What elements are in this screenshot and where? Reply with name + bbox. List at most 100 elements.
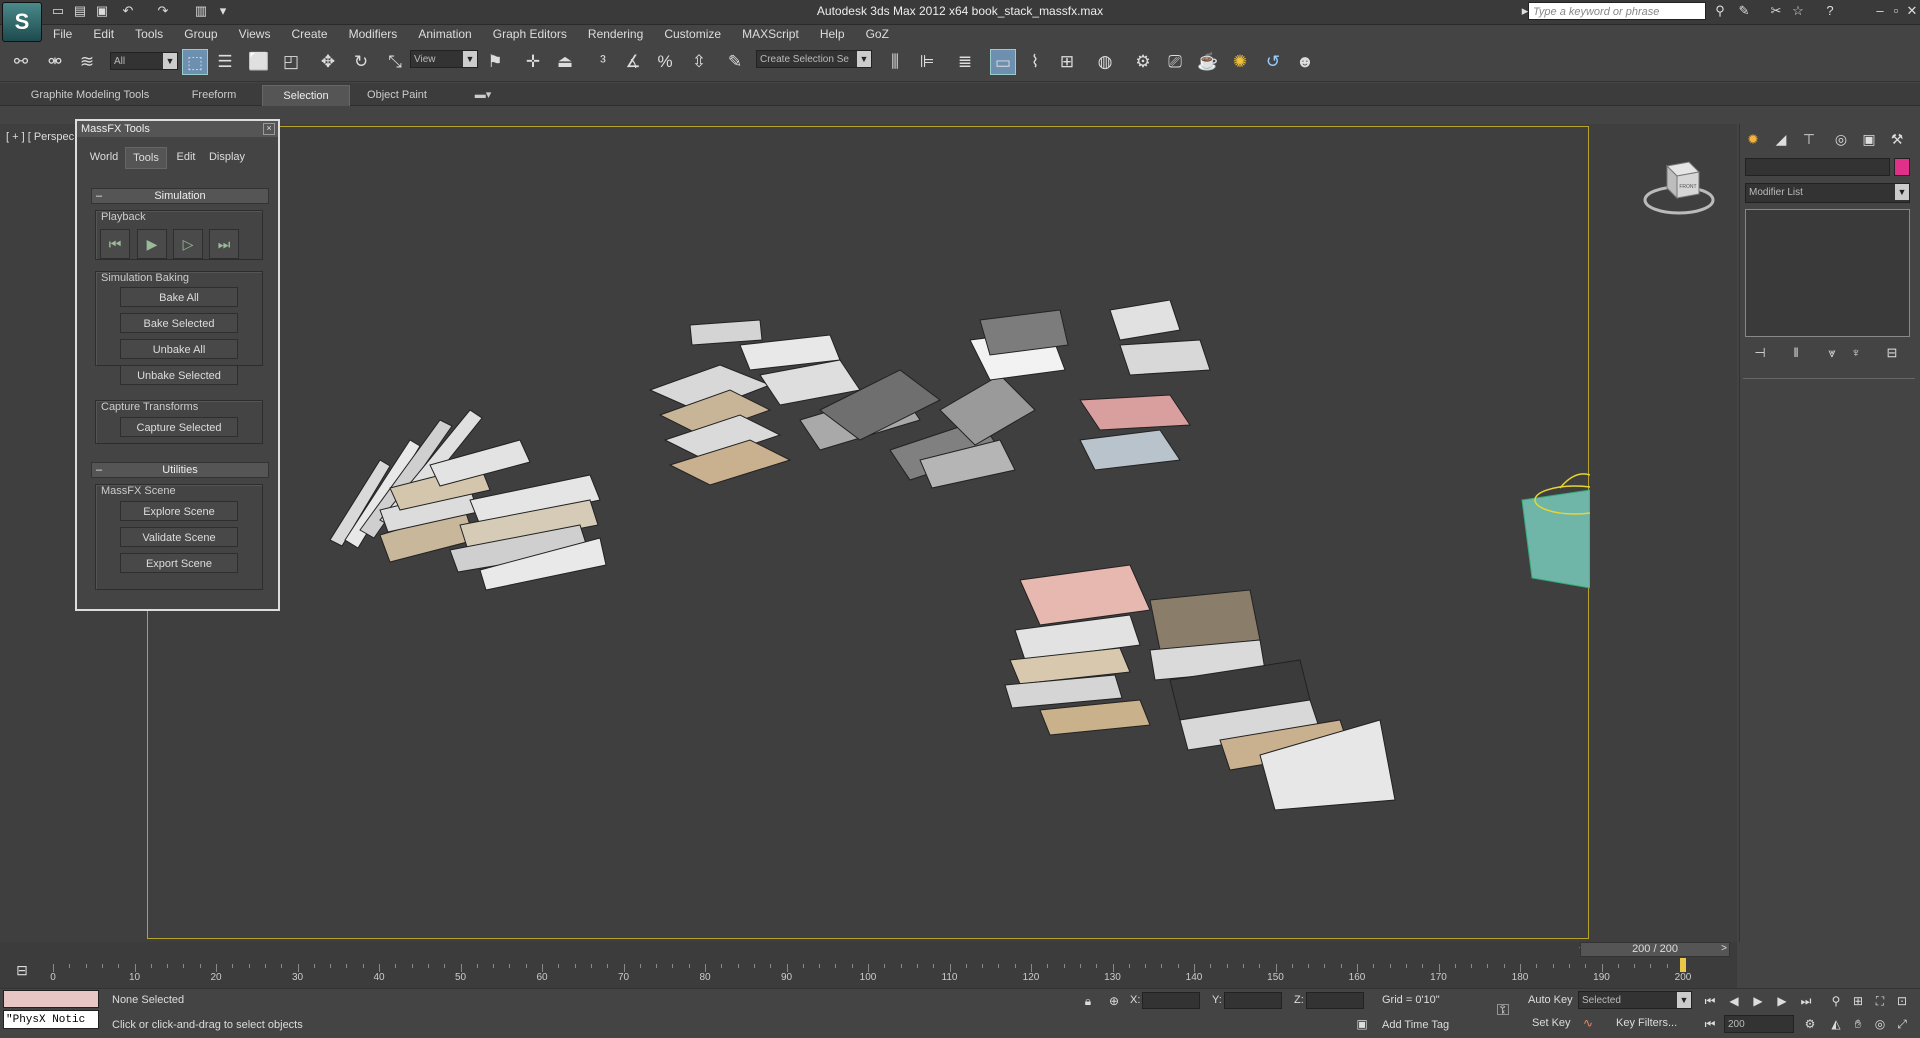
hierarchy-tab-icon[interactable]: ⊤ [1799,129,1819,149]
unbake-all-button[interactable]: Unbake All [120,339,238,359]
lock-selection-icon[interactable]: 🔒︎ [1078,992,1098,1010]
app-logo-icon[interactable]: S [2,2,42,42]
menu-views[interactable]: Views [230,24,280,44]
show-end-result-icon[interactable]: ‖ [1786,344,1806,362]
y-coordinate-field[interactable] [1224,992,1282,1009]
maximize-viewport-icon[interactable]: ⤢ [1892,1015,1912,1033]
modifier-list-dropdown[interactable]: Modifier List ▼ [1745,183,1910,203]
export-scene-button[interactable]: Export Scene [120,553,238,573]
communication-icon[interactable]: ✂ [1768,3,1784,19]
zoom-extents-icon[interactable]: ⛶ [1870,992,1890,1010]
validate-scene-button[interactable]: Validate Scene [120,527,238,547]
play-icon[interactable]: ▶︎ [1748,992,1768,1010]
close-icon[interactable]: × [263,123,275,135]
search-input[interactable]: Type a keyword or phrase [1528,2,1706,20]
close-icon[interactable]: ✕ [1904,3,1920,19]
open-file-icon[interactable]: ▤ [72,3,88,19]
auto-key-button[interactable]: Auto Key [1528,994,1573,1006]
minimize-icon[interactable]: – [1872,3,1888,19]
display-tab-icon[interactable]: ▣ [1859,129,1879,149]
set-key-key-icon[interactable]: ⚿ [1488,1002,1518,1022]
snaps-toggle-icon[interactable]: ³ [590,49,616,75]
zoom-icon[interactable]: ⚲ [1826,992,1846,1010]
configure-modifier-sets-icon[interactable]: ⊟ [1882,344,1902,362]
mirror-icon[interactable]: ⫼ [882,49,908,75]
tab-display[interactable]: Display [205,147,249,167]
pan-view-icon[interactable]: ✋︎ [1848,1015,1868,1033]
menu-rendering[interactable]: Rendering [579,24,652,44]
bind-to-space-warp-icon[interactable]: ≋ [74,49,100,75]
unlink-selection-icon[interactable]: ⚮ [42,49,68,75]
key-mode-dropdown[interactable]: Selected ▼ [1578,991,1692,1009]
field-of-view-icon[interactable]: ◭ [1826,1015,1846,1033]
undo-icon[interactable]: ↶ [120,3,136,19]
utilities-rollout-header[interactable]: – Utilities [91,462,269,478]
object-color-swatch[interactable] [1894,158,1910,176]
remove-modifier-icon[interactable]: ♆ [1846,344,1866,362]
quick-access-dropdown-icon[interactable]: ▾ [215,3,231,19]
menu-group[interactable]: Group [175,24,226,44]
select-and-scale-icon[interactable]: ⤡ [382,49,408,75]
rectangular-selection-icon[interactable]: ⬜ [246,49,272,75]
pivot-center-icon[interactable]: ⚑ [482,49,508,75]
massfx-sun-icon[interactable]: ✺ [1227,49,1253,75]
select-object-icon[interactable]: ⬚ [182,49,208,75]
subscription-icon[interactable]: ✎ [1736,3,1752,19]
simulation-rollout-header[interactable]: – Simulation [91,188,269,204]
key-filters-button[interactable]: Key Filters... [1616,1017,1677,1029]
maximize-icon[interactable]: ▫ [1888,3,1904,19]
tab-object-paint[interactable]: Object Paint [356,85,438,105]
select-and-link-icon[interactable]: ⚯ [8,49,34,75]
unbake-selected-button[interactable]: Unbake Selected [120,365,238,385]
tab-edit[interactable]: Edit [169,147,203,167]
help-icon[interactable]: ? [1822,3,1838,19]
menu-tools[interactable]: Tools [126,24,172,44]
render-setup-icon[interactable]: ⚙ [1130,49,1156,75]
reset-simulation-icon[interactable]: ⏮ [100,229,130,259]
massfx-title[interactable]: MassFX Tools [77,121,278,137]
named-selection-sets-dropdown[interactable]: Create Selection Se ▼ [756,50,872,68]
select-and-move-icon[interactable]: ✥ [315,49,341,75]
orbit-icon[interactable]: ◎ [1870,1015,1890,1033]
select-and-rotate-icon[interactable]: ↻ [348,49,374,75]
menu-maxscript[interactable]: MAXScript [733,24,808,44]
tab-world[interactable]: World [85,147,123,167]
modifier-stack[interactable] [1745,209,1910,337]
track-bar[interactable]: 0 10 20 30 40 50 60 70 80 90 100 110 120 130 140 150 160… [50,958,1730,986]
selected-object-gizmo[interactable] [1520,470,1590,590]
time-slider[interactable]: 200 / 200 [1580,942,1730,957]
tab-tools[interactable]: Tools [125,147,167,169]
percent-snap-icon[interactable]: % [652,49,678,75]
material-editor-icon[interactable]: ◍ [1092,49,1118,75]
viewcube-icon[interactable]: FRONT [1643,158,1715,218]
layer-manager-icon[interactable]: ≣ [952,49,978,75]
next-frame-arrow-icon[interactable]: > [1718,943,1730,956]
current-frame-spinner[interactable]: 200 [1724,1015,1794,1033]
new-file-icon[interactable]: ▭ [50,3,66,19]
tab-freeform[interactable]: Freeform [174,85,254,105]
menu-modifiers[interactable]: Modifiers [340,24,407,44]
scene-books[interactable] [300,300,1400,820]
previous-frame-icon[interactable]: ◀︎ [1724,992,1744,1010]
go-to-end-icon[interactable]: ⏭ [1796,992,1816,1010]
time-slider-marker[interactable] [1680,958,1686,972]
simulation-play-icon[interactable]: ☻ [1292,49,1318,75]
key-mode-toggle-icon[interactable]: ⏮ [1700,1015,1720,1033]
ribbon-options-icon[interactable]: ▬▾ [468,85,498,105]
bake-selected-button[interactable]: Bake Selected [120,313,238,333]
redo-icon[interactable]: ↷ [155,3,171,19]
add-time-tag[interactable]: Add Time Tag [1382,1019,1449,1031]
time-configuration-icon[interactable]: ⚙ [1800,1015,1820,1033]
save-file-icon[interactable]: ▣ [94,3,110,19]
maxscript-output[interactable]: "PhysX Notic [3,1010,99,1029]
align-icon[interactable]: ⊫ [914,49,940,75]
zoom-extents-all-icon[interactable]: ⊡ [1892,992,1912,1010]
binoculars-icon[interactable]: ⚲ [1712,3,1728,19]
selection-filter-dropdown[interactable]: All ▼ [110,52,178,70]
set-key-button[interactable]: Set Key [1532,1017,1571,1029]
reference-coordinate-dropdown[interactable]: View ▼ [410,50,478,68]
menu-goz[interactable]: GoZ [857,24,898,44]
viewport-label[interactable]: [ + ] [ Perspec [6,131,74,143]
book-pile-left[interactable] [329,409,607,591]
utilities-tab-icon[interactable]: ⚒ [1887,129,1907,149]
